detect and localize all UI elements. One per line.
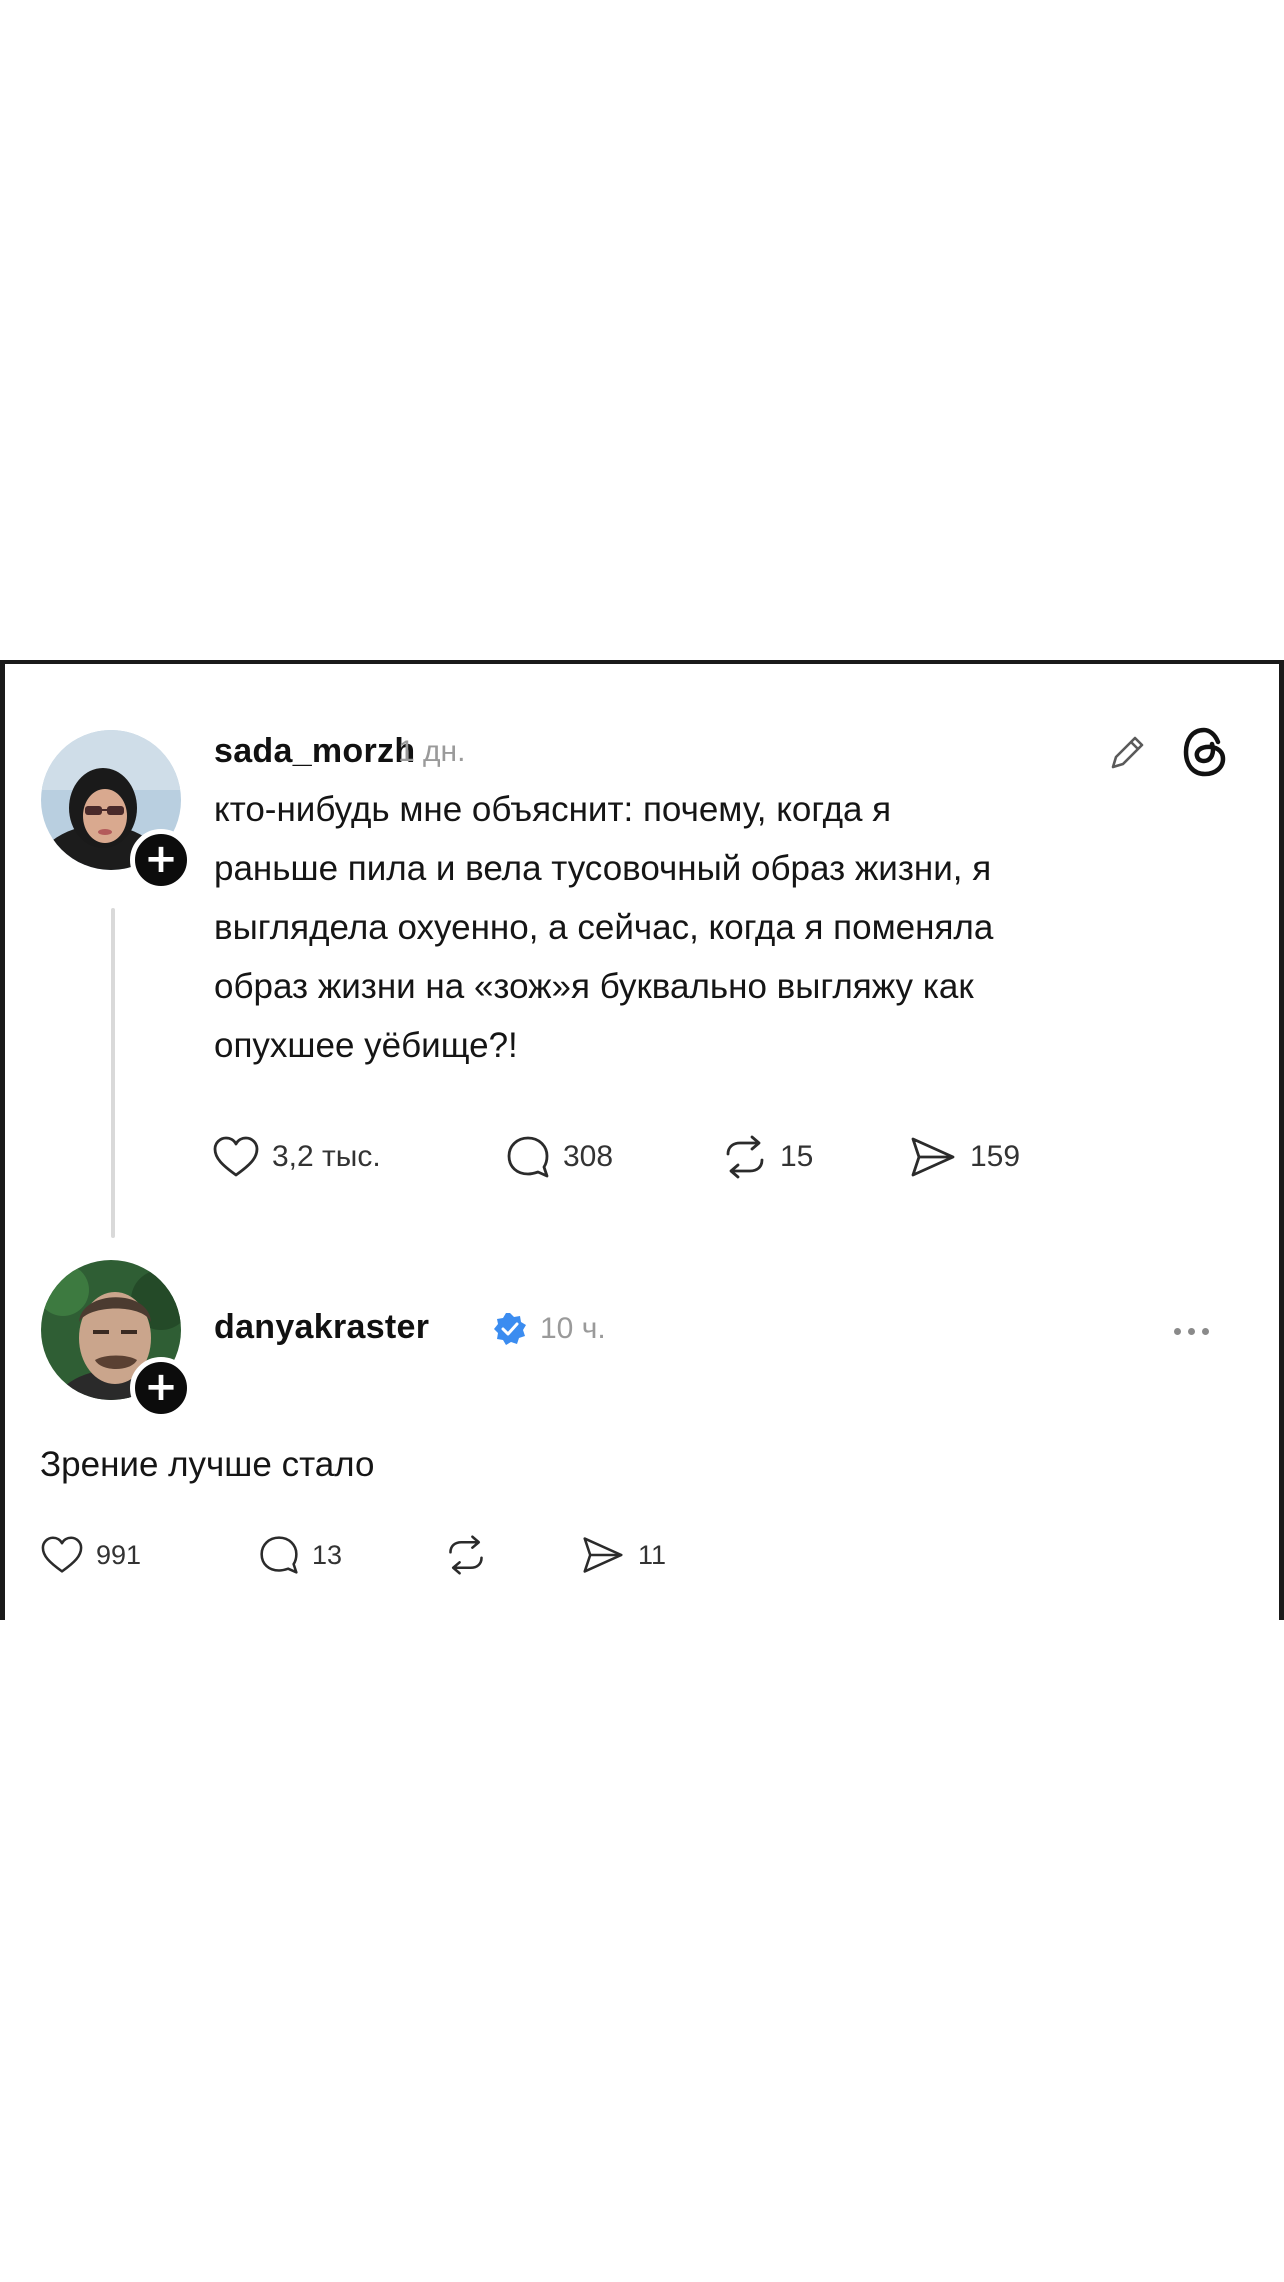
frame-right-border [1279,660,1284,1620]
reply-comment-button[interactable]: 13 [258,1530,342,1580]
speech-bubble-icon [260,1536,298,1574]
post-share-button[interactable]: 159 [908,1132,1020,1182]
threads-logo-icon[interactable] [1178,724,1232,785]
paper-plane-icon [911,1137,955,1177]
verified-badge-icon [492,1311,528,1352]
reply-share-count: 11 [638,1539,667,1570]
heart-icon [41,1536,83,1573]
post-body-text: кто-нибудь мне объяснит: почему, когда я… [214,780,993,1075]
post-text-line: выглядела охуенно, а сейчас, когда я пом… [214,908,994,947]
follow-plus-icon[interactable]: + [130,829,192,891]
post-text-line: раньше пила и вела тусовочный образ жизн… [214,849,992,888]
post-like-button[interactable]: 3,2 тыс. [212,1132,381,1182]
threads-card: + sada_morzh 1 дн. кто-нибудь мне объясн… [0,660,1284,1620]
more-dot [1188,1328,1195,1335]
reply-repost-button[interactable] [445,1530,499,1580]
post-comment-button[interactable]: 308 [505,1132,613,1182]
screenshot-page: + sada_morzh 1 дн. кто-нибудь мне объясн… [0,0,1284,2282]
post-username[interactable]: sada_morzh [214,732,415,771]
reply-body-text: Зрение лучше стало [40,1445,375,1484]
follow-plus-icon[interactable]: + [130,1357,192,1419]
post-text-line: опухшее уёбище?! [214,1026,518,1065]
post-repost-button[interactable]: 15 [722,1132,813,1182]
post-share-count: 159 [970,1140,1021,1173]
reply-timestamp: 10 ч. [540,1312,606,1345]
post-comment-count: 308 [563,1140,614,1173]
reply-username[interactable]: danyakraster [214,1308,429,1347]
reply-share-button[interactable]: 11 [580,1530,666,1580]
paper-plane-icon [583,1537,623,1573]
reply-like-count: 991 [96,1539,142,1570]
speech-bubble-icon [507,1136,549,1178]
reply-comment-count: 13 [312,1539,343,1570]
post-like-count: 3,2 тыс. [272,1140,381,1173]
post-timestamp: 1 дн. [398,735,466,768]
post-repost-count: 15 [780,1140,814,1173]
more-dot [1202,1328,1209,1335]
post-text-line: образ жизни на «зож»я буквально выгляжу … [214,967,974,1006]
more-dots-icon[interactable] [1174,1328,1209,1335]
pencil-icon[interactable] [1104,728,1152,781]
more-dot [1174,1328,1181,1335]
reply-like-button[interactable]: 991 [40,1530,141,1580]
frame-left-border [0,660,5,1620]
heart-icon [213,1136,259,1177]
repost-arrows-icon [726,1135,764,1179]
frame-top-border [0,660,1284,664]
thread-connector-line [111,908,115,1238]
post-text-line: кто-нибудь мне объяснит: почему, когда я [214,790,892,829]
repost-arrows-icon [449,1535,483,1575]
